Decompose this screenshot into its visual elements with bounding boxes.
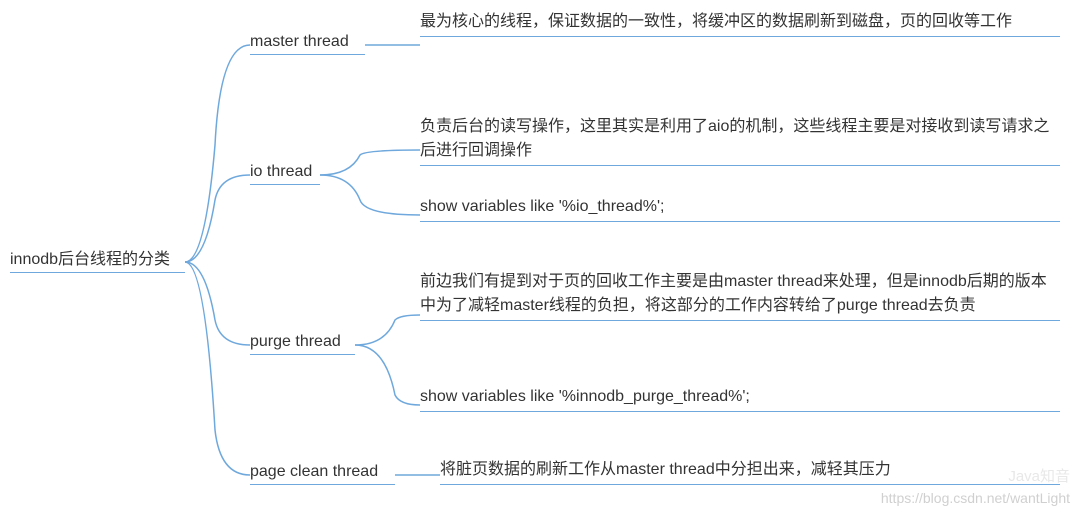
watermark-brand: Java知音: [1008, 465, 1070, 486]
branch-io-thread: io thread: [250, 160, 320, 185]
leaf-master-desc: 最为核心的线程，保证数据的一致性，将缓冲区的数据刷新到磁盘，页的回收等工作: [420, 10, 1060, 37]
leaf-io-sql: show variables like '%io_thread%';: [420, 195, 1060, 222]
branch-purge-thread: purge thread: [250, 330, 355, 355]
branch-page-clean-thread: page clean thread: [250, 460, 395, 485]
leaf-purge-sql: show variables like '%innodb_purge_threa…: [420, 385, 1060, 412]
root-node: innodb后台线程的分类: [10, 248, 185, 273]
leaf-io-desc: 负责后台的读写操作，这里其实是利用了aio的机制，这些线程主要是对接收到读写请求…: [420, 115, 1060, 166]
leaf-page-clean-desc: 将脏页数据的刷新工作从master thread中分担出来，减轻其压力: [440, 458, 1060, 485]
watermark-url: https://blog.csdn.net/wantLight: [881, 490, 1070, 506]
branch-master-thread: master thread: [250, 30, 365, 55]
leaf-purge-desc: 前边我们有提到对于页的回收工作主要是由master thread来处理，但是in…: [420, 270, 1060, 321]
